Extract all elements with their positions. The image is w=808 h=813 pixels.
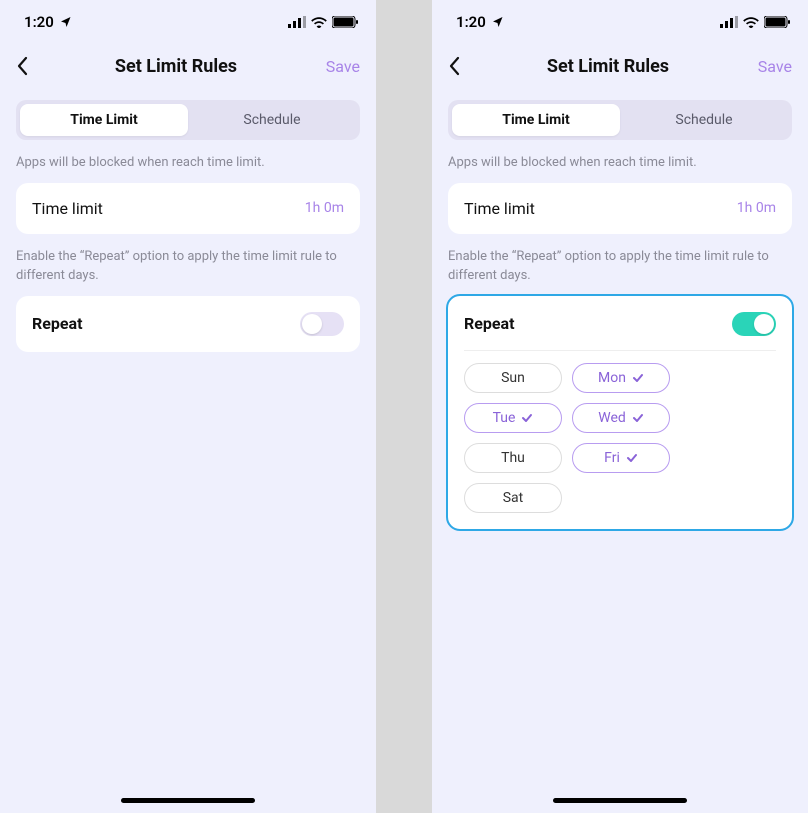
time-limit-value: 1h 0m [305, 200, 344, 216]
day-label: Mon [598, 370, 626, 386]
day-chip-fri[interactable]: Fri [572, 443, 670, 473]
repeat-label: Repeat [464, 314, 515, 333]
day-chips: Sun Mon Tue Wed Thu Fri Sat [464, 363, 776, 513]
wifi-icon [311, 16, 327, 28]
check-icon [521, 412, 533, 424]
wifi-icon [743, 16, 759, 28]
day-label: Sat [503, 490, 524, 506]
page-title: Set Limit Rules [40, 56, 312, 77]
tabbar: Time Limit Schedule [448, 100, 792, 140]
repeat-card: Repeat Sun Mon Tue Wed Thu Fri Sat [448, 296, 792, 529]
day-label: Wed [598, 410, 626, 426]
tabbar: Time Limit Schedule [16, 100, 360, 140]
navbar: Set Limit Rules Save [432, 44, 808, 88]
tab-time-limit[interactable]: Time Limit [452, 104, 620, 136]
check-icon [632, 372, 644, 384]
repeat-toggle[interactable] [300, 312, 344, 336]
check-icon [626, 452, 638, 464]
day-chip-tue[interactable]: Tue [464, 403, 562, 433]
day-chip-wed[interactable]: Wed [572, 403, 670, 433]
day-label: Tue [493, 410, 516, 426]
tab-schedule[interactable]: Schedule [620, 104, 788, 136]
location-icon [60, 16, 72, 28]
battery-icon [764, 16, 790, 28]
cellular-icon [288, 16, 306, 28]
page-title: Set Limit Rules [472, 56, 744, 77]
status-time: 1:20 [24, 13, 54, 31]
day-label: Thu [501, 450, 525, 466]
time-limit-row[interactable]: Time limit 1h 0m [16, 183, 360, 234]
day-chip-sun[interactable]: Sun [464, 363, 562, 393]
chevron-left-icon [16, 56, 28, 76]
repeat-card: Repeat [16, 296, 360, 352]
time-limit-label: Time limit [464, 199, 535, 218]
battery-icon [332, 16, 358, 28]
check-icon [632, 412, 644, 424]
tab-time-limit[interactable]: Time Limit [20, 104, 188, 136]
time-limit-row[interactable]: Time limit 1h 0m [448, 183, 792, 234]
save-button[interactable]: Save [312, 57, 360, 76]
hint-time-limit: Apps will be blocked when reach time lim… [0, 140, 376, 183]
day-label: Fri [604, 450, 620, 466]
repeat-label: Repeat [32, 314, 83, 333]
hint-repeat: Enable the “Repeat” option to apply the … [0, 234, 376, 296]
navbar: Set Limit Rules Save [0, 44, 376, 88]
location-icon [492, 16, 504, 28]
phone-left: 1:20 Set Limit Rules Save Time Limit Sch… [0, 0, 376, 813]
tab-schedule[interactable]: Schedule [188, 104, 356, 136]
hint-repeat: Enable the “Repeat” option to apply the … [432, 234, 808, 296]
status-time: 1:20 [456, 13, 486, 31]
day-chip-thu[interactable]: Thu [464, 443, 562, 473]
gap [376, 0, 432, 813]
day-label: Sun [501, 370, 525, 386]
home-indicator [553, 798, 687, 803]
phone-right: 1:20 Set Limit Rules Save Time Limit Sch… [432, 0, 808, 813]
time-limit-value: 1h 0m [737, 200, 776, 216]
back-button[interactable] [16, 56, 40, 76]
home-indicator [121, 798, 255, 803]
day-chip-sat[interactable]: Sat [464, 483, 562, 513]
cellular-icon [720, 16, 738, 28]
save-button[interactable]: Save [744, 57, 792, 76]
repeat-toggle[interactable] [732, 312, 776, 336]
status-bar: 1:20 [0, 0, 376, 44]
day-chip-mon[interactable]: Mon [572, 363, 670, 393]
back-button[interactable] [448, 56, 472, 76]
time-limit-label: Time limit [32, 199, 103, 218]
hint-time-limit: Apps will be blocked when reach time lim… [432, 140, 808, 183]
status-bar: 1:20 [432, 0, 808, 44]
chevron-left-icon [448, 56, 460, 76]
divider [464, 350, 776, 351]
